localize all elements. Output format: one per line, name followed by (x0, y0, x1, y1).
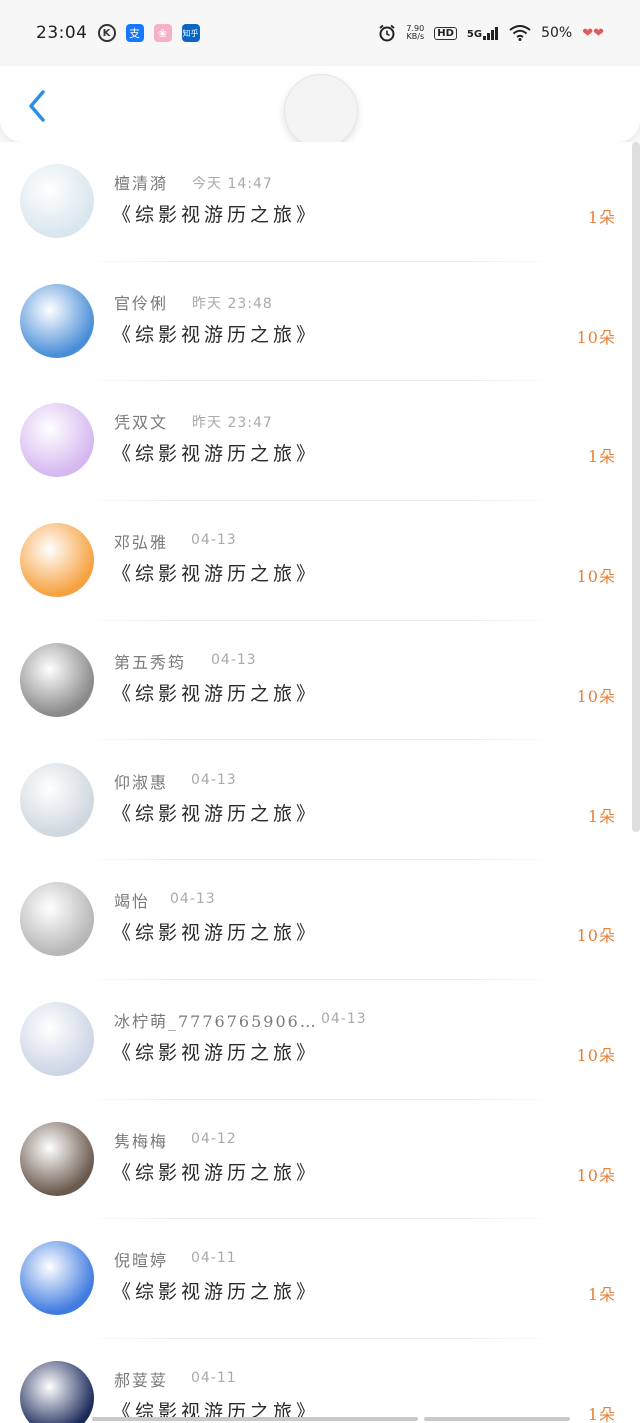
gift-date: 04-13 (211, 651, 257, 668)
sender-name[interactable]: 官伶俐 (114, 290, 168, 314)
gift-date: 昨天 23:48 (192, 295, 273, 312)
avatar[interactable] (20, 1001, 94, 1076)
k-app-icon: K (97, 24, 116, 42)
sender-name[interactable]: 第五秀筠 (114, 649, 186, 673)
book-title: 《综影视游历之旅》 (112, 1281, 320, 1304)
signal-indicator: 5G (467, 26, 499, 40)
gift-date: 04-11 (191, 1370, 237, 1386)
gift-record-row[interactable]: 隽梅梅 04-12 《综影视游历之旅》 10朵 (0, 1100, 640, 1220)
flower-amount: 1朵 (587, 806, 616, 826)
sender-name[interactable]: 冰柠萌_7776765906… (114, 1008, 318, 1032)
sender-name[interactable]: 隽梅梅 (114, 1128, 168, 1152)
alarm-icon (379, 24, 395, 42)
book-title: 《综影视游历之旅》 (112, 1041, 320, 1064)
gift-record-row[interactable]: 郝荽荽 04-11 《综影视游历之旅》 1朵 (0, 1339, 640, 1423)
gift-record-row[interactable]: 冰柠萌_7776765906… 04-13 《综影视游历之旅》 10朵 (0, 980, 640, 1100)
flower-amount: 1朵 (587, 1405, 616, 1423)
bottom-indicator-left (92, 1417, 418, 1421)
gift-date: 今天 14:47 (192, 176, 273, 192)
gift-date: 04-13 (170, 891, 216, 908)
gift-record-row[interactable]: 仰淑惠 04-13 《综影视游历之旅》 1朵 (0, 741, 640, 861)
chevron-left-icon (29, 90, 45, 122)
status-right: 7.90 KB/s HD 5G 50% ❤︎❤︎ (378, 24, 604, 42)
avatar[interactable] (20, 403, 94, 478)
avatar[interactable] (20, 164, 94, 238)
sender-name[interactable]: 檀清漪 (114, 170, 168, 194)
flower-amount: 10朵 (576, 926, 616, 946)
sender-name[interactable]: 凭双文 (114, 409, 168, 433)
avatar[interactable] (20, 1121, 94, 1196)
sender-name[interactable]: 郝荽荽 (114, 1367, 168, 1391)
avatar[interactable] (20, 1241, 94, 1316)
hd-badge: HD (434, 26, 457, 40)
book-title: 《综影视游历之旅》 (112, 922, 320, 945)
flower-amount: 1朵 (587, 447, 616, 467)
status-time: 23:04 (36, 23, 88, 43)
sender-name[interactable]: 仰淑惠 (114, 769, 168, 793)
gift-record-row[interactable]: 倪暄婷 04-11 《综影视游历之旅》 1朵 (0, 1219, 640, 1339)
top-bar (0, 66, 640, 148)
flower-amount: 10朵 (576, 1165, 616, 1185)
flower-amount: 1朵 (587, 208, 616, 227)
gift-record-list: 檀清漪 今天 14:47 《综影视游历之旅》 1朵 官伶俐 昨天 23:48 《综影视游历之… (0, 142, 640, 1423)
avatar[interactable] (20, 882, 94, 957)
sender-name[interactable]: 倪暄婷 (114, 1247, 168, 1271)
book-title: 《综影视游历之旅》 (112, 204, 320, 226)
battery-text: 50% (541, 25, 573, 41)
book-title: 《综影视游历之旅》 (112, 323, 320, 346)
book-title: 《综影视游历之旅》 (112, 682, 320, 705)
sender-name[interactable]: 竭怡 (114, 888, 150, 912)
book-title: 《综影视游历之旅》 (112, 1161, 320, 1184)
bottom-indicator-right (424, 1417, 570, 1421)
header-avatar[interactable] (284, 74, 358, 148)
flower-amount: 1朵 (587, 1285, 616, 1305)
avatar[interactable] (20, 283, 94, 358)
book-title: 《综影视游历之旅》 (112, 563, 320, 586)
gift-record-row[interactable]: 第五秀筠 04-13 《综影视游历之旅》 10朵 (0, 621, 640, 741)
sender-name[interactable]: 邓弘雅 (114, 529, 168, 553)
book-title: 《综影视游历之旅》 (112, 802, 320, 825)
gift-date: 04-13 (191, 532, 237, 549)
gift-date: 04-13 (191, 771, 237, 788)
gift-date: 04-11 (191, 1250, 237, 1267)
net-speed-unit: KB/s (406, 32, 425, 41)
gift-date: 04-13 (321, 1010, 367, 1027)
battery-icon: ❤︎❤︎ (582, 25, 604, 41)
gift-record-row[interactable]: 官伶俐 昨天 23:48 《综影视游历之旅》 10朵 (0, 262, 640, 382)
avatar[interactable] (20, 642, 94, 717)
avatar[interactable] (20, 1361, 94, 1423)
alipay-icon: 支 (125, 24, 144, 42)
back-button[interactable] (20, 86, 54, 126)
status-bar: 23:04 K 支 ❀ 知乎 7.90 KB/s HD 5G 50% ❤︎❤︎ (0, 0, 640, 66)
signal-bars-icon (483, 27, 499, 40)
flower-amount: 10朵 (576, 686, 616, 706)
status-left: 23:04 K 支 ❀ 知乎 (36, 23, 200, 43)
flower-amount: 10朵 (576, 1045, 616, 1065)
book-title: 《综影视游历之旅》 (112, 443, 320, 466)
flower-amount: 10朵 (576, 327, 616, 347)
signal-label: 5G (466, 29, 483, 40)
gift-record-row[interactable]: 邓弘雅 04-13 《综影视游历之旅》 10朵 (0, 501, 640, 621)
zhihu-icon: 知乎 (181, 24, 200, 42)
gift-date: 04-12 (191, 1130, 237, 1147)
net-speed: 7.90 KB/s (406, 25, 424, 41)
gift-record-row[interactable]: 竭怡 04-13 《综影视游历之旅》 10朵 (0, 860, 640, 980)
gift-record-row[interactable]: 凭双文 昨天 23:47 《综影视游历之旅》 1朵 (0, 381, 640, 502)
flower-app-icon: ❀ (153, 24, 172, 42)
gift-date: 昨天 23:47 (192, 415, 273, 432)
avatar[interactable] (20, 762, 94, 837)
flower-amount: 10朵 (576, 567, 616, 587)
wifi-icon (509, 25, 531, 41)
avatar[interactable] (20, 523, 94, 598)
scrollbar[interactable] (632, 142, 640, 832)
gift-record-row[interactable]: 檀清漪 今天 14:47 《综影视游历之旅》 1朵 (0, 142, 640, 262)
